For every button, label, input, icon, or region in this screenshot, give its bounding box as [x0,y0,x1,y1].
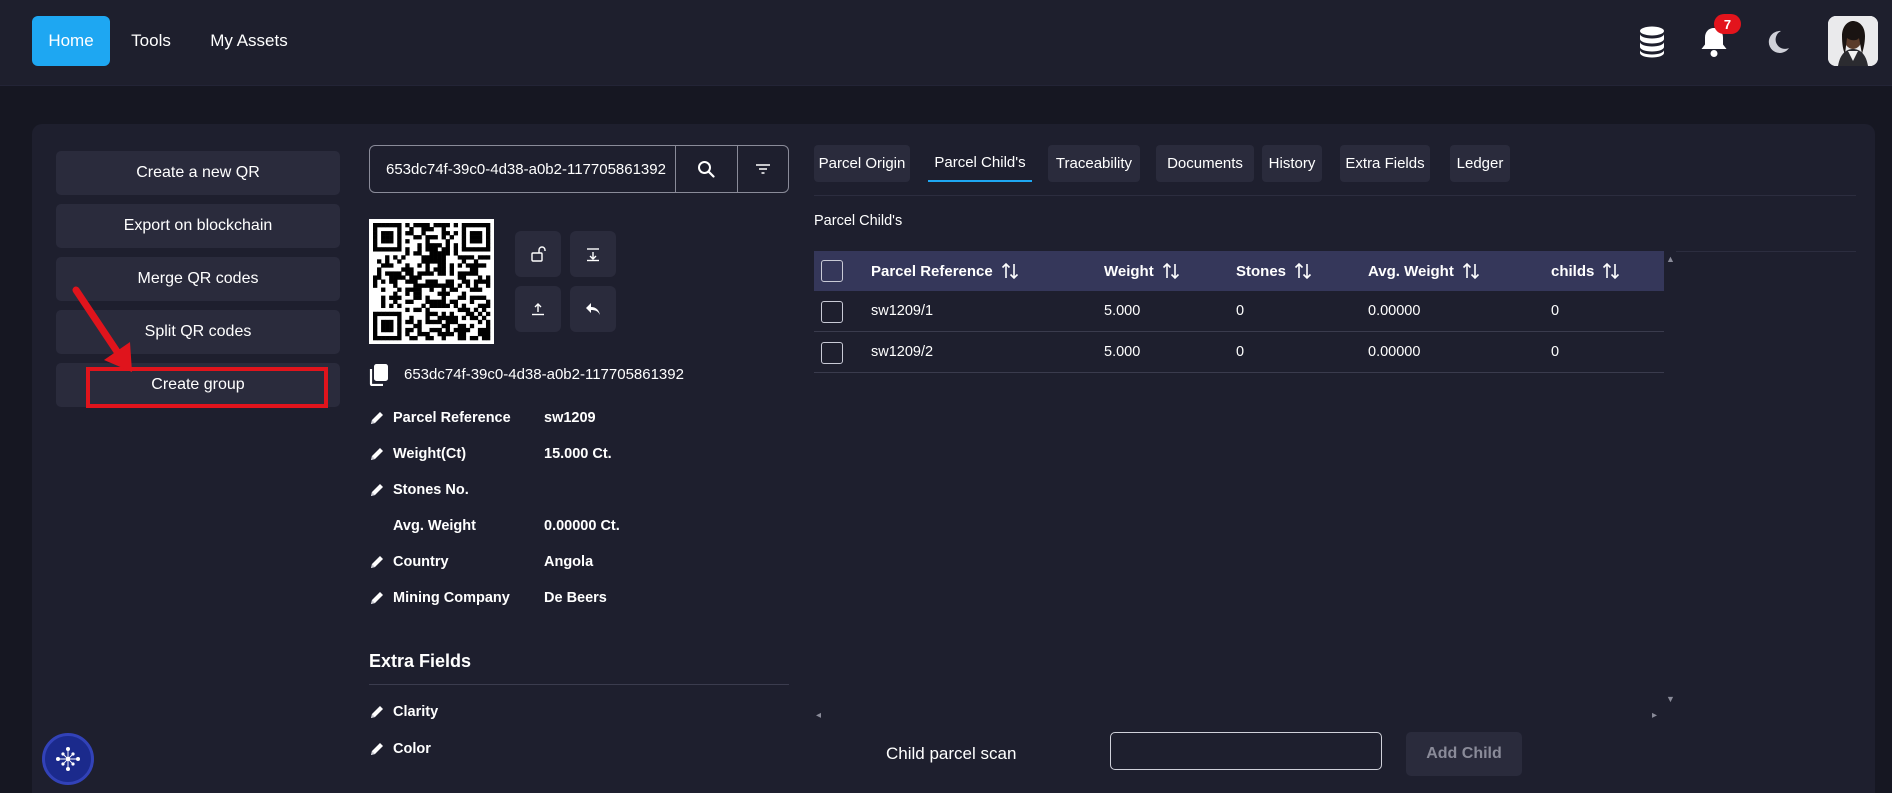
field-label: Mining Company [393,590,510,606]
scroll-right-arrow-icon[interactable]: ▸ [1652,710,1657,721]
section-subtitle: Parcel Child's [814,213,903,229]
table-cell: 0.00000 [1368,303,1421,319]
field-value: sw1209 [544,410,596,426]
divider [814,195,1856,196]
table-cell: 0 [1236,344,1245,360]
field-value: Angola [544,554,594,570]
edit-pencil-icon[interactable] [368,445,386,463]
child-scan-input[interactable] [1110,732,1382,770]
tab-history[interactable]: History [1262,145,1322,182]
edit-pencil-icon[interactable] [368,740,386,758]
select-all-checkbox[interactable] [821,260,843,282]
search-button[interactable] [674,146,738,192]
tab-documents[interactable]: Documents [1156,145,1254,182]
edit-pencil-icon[interactable] [368,553,386,571]
table-row[interactable]: sw1209/2 5.000 0 0.00000 0 [814,332,1664,373]
undo-icon [586,303,600,315]
unlock-icon [531,246,546,262]
tab-traceability[interactable]: Traceability [1048,145,1140,182]
field-label: Stones No. [393,482,469,498]
undo-button[interactable] [570,286,616,332]
table-cell: 0 [1236,303,1245,319]
edit-pencil-icon[interactable] [368,409,386,427]
row-checkbox[interactable] [821,301,843,323]
sort-icon[interactable] [1602,262,1620,280]
sort-icon[interactable] [1162,262,1180,280]
filter-button[interactable] [737,146,788,192]
tab-parcel-origin[interactable]: Parcel Origin [814,145,910,182]
qr-code-image [369,219,494,344]
field-value: 0.00000 Ct. [544,518,620,534]
sort-icon[interactable] [1001,262,1019,280]
database-icon[interactable] [1632,22,1672,62]
edit-pencil-icon[interactable] [368,703,386,721]
table-cell: sw1209/1 [871,303,934,319]
field-label: Parcel Reference [393,410,511,426]
divider [369,684,789,685]
divider [1676,251,1856,252]
field-value: 15.000 Ct. [544,446,612,462]
top-navbar: Home Tools My Assets 7 [0,0,1892,86]
column-header[interactable]: childs [1551,262,1620,280]
extra-field-label: Clarity [393,704,439,720]
table-cell: 0 [1551,344,1560,360]
sort-icon[interactable] [1462,262,1480,280]
table-cell: 5.000 [1104,303,1141,319]
create-qr-button[interactable]: Create a new QR [56,151,340,195]
scroll-up-arrow-icon[interactable]: ▲ [1666,254,1675,264]
filter-icon [756,164,771,174]
table-cell: sw1209/2 [871,344,934,360]
export-blockchain-button[interactable]: Export on blockchain [56,204,340,248]
app-logo-icon[interactable] [42,733,94,785]
field-label: Country [393,554,449,570]
search-bar [369,145,789,193]
table-cell: 5.000 [1104,344,1141,360]
column-header[interactable]: Parcel Reference [871,262,1019,280]
table-header: Parcel Reference Weight Stones Avg. Weight c… [814,251,1664,291]
scroll-down-arrow-icon[interactable]: ▼ [1666,694,1675,704]
column-header-label: childs [1551,262,1595,280]
tab-parcel-child-s[interactable]: Parcel Child's [928,145,1032,182]
nav-home-button[interactable]: Home [32,16,110,66]
table-cell: 0.00000 [1368,344,1421,360]
field-label: Avg. Weight [393,518,476,534]
child-scan-label: Child parcel scan [886,744,1017,763]
extra-field-label: Color [393,741,431,757]
vertical-align-bottom-icon [587,248,599,262]
tab-ledger[interactable]: Ledger [1450,145,1510,182]
column-header[interactable]: Stones [1236,262,1312,280]
table-cell: 0 [1551,303,1560,319]
notification-badge: 7 [1714,14,1741,34]
column-header-label: Parcel Reference [871,262,993,280]
add-child-button[interactable]: Add Child [1406,732,1522,776]
column-header[interactable]: Avg. Weight [1368,262,1480,280]
field-label: Weight(Ct) [393,446,467,462]
annotation-arrow-icon [72,286,132,372]
field-value: De Beers [544,590,607,606]
qr-search-input[interactable] [370,146,675,192]
nav-my-assets-button[interactable]: My Assets [200,16,298,66]
nav-tools-button[interactable]: Tools [122,16,180,66]
column-header-label: Weight [1104,262,1154,280]
moon-icon[interactable] [1757,22,1797,62]
parcel-uuid: 653dc74f-39c0-4d38-a0b2-117705861392 [404,366,684,383]
unlock-button[interactable] [515,231,561,277]
column-header-label: Stones [1236,262,1287,280]
sort-icon[interactable] [1294,262,1312,280]
collapse-button[interactable] [570,231,616,277]
edit-pencil-icon[interactable] [368,481,386,499]
edit-pencil-icon[interactable] [368,589,386,607]
user-avatar[interactable] [1828,16,1878,66]
tab-extra-fields[interactable]: Extra Fields [1340,145,1430,182]
table-row[interactable]: sw1209/1 5.000 0 0.00000 0 [814,291,1664,332]
scroll-left-arrow-icon[interactable]: ◂ [816,710,821,721]
upload-icon [532,303,544,316]
search-icon [698,161,716,178]
column-header-label: Avg. Weight [1368,262,1454,280]
copy-icon[interactable] [369,364,389,386]
extra-fields-title: Extra Fields [369,651,472,671]
upload-button[interactable] [515,286,561,332]
column-header[interactable]: Weight [1104,262,1180,280]
row-checkbox[interactable] [821,342,843,364]
